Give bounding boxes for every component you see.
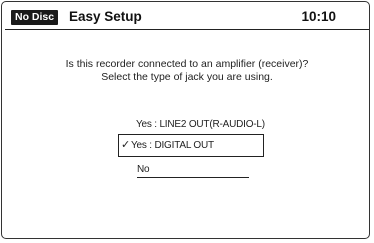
question-line-2: Select the type of jack you are using. — [101, 71, 273, 83]
question-line-1: Is this recorder connected to an amplifi… — [65, 58, 309, 70]
option-digital-out[interactable]: ✓Yes : DIGITAL OUT — [118, 134, 264, 157]
setup-question: Is this recorder connected to an amplifi… — [0, 58, 374, 84]
option-label: Yes : LINE2 OUT(R-AUDIO-L) — [136, 119, 265, 130]
page-title: Easy Setup — [69, 9, 142, 24]
option-label: Yes : DIGITAL OUT — [131, 140, 214, 151]
check-icon: ✓ — [121, 139, 131, 151]
option-no[interactable]: No — [137, 160, 249, 178]
clock-display: 10:10 — [301, 9, 336, 24]
title-bar: No Disc Easy Setup 10:10 — [4, 5, 370, 29]
header-divider — [5, 29, 369, 30]
option-line2-out[interactable]: Yes : LINE2 OUT(R-AUDIO-L) — [136, 115, 268, 133]
disc-status-badge: No Disc — [11, 10, 59, 25]
option-list: Yes : LINE2 OUT(R-AUDIO-L) ✓Yes : DIGITA… — [118, 115, 268, 178]
option-label: No — [137, 164, 150, 175]
